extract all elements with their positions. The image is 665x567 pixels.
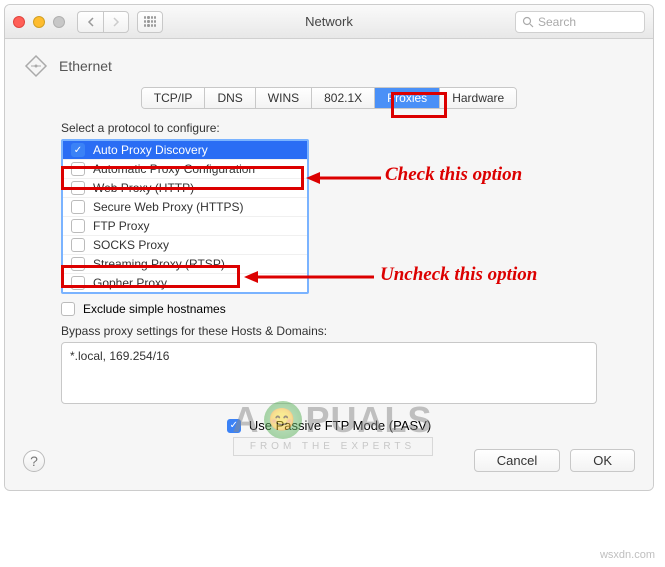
back-button[interactable]	[77, 11, 103, 33]
chevron-left-icon	[87, 17, 95, 27]
checkbox-icon[interactable]	[71, 257, 85, 271]
search-input[interactable]: Search	[515, 11, 645, 33]
tabs-bar: TCP/IP DNS WINS 802.1X Proxies Hardware	[23, 87, 635, 109]
source-label: wsxdn.com	[600, 549, 655, 561]
list-item-label: Auto Proxy Discovery	[93, 143, 208, 157]
tab-wins[interactable]: WINS	[256, 88, 312, 108]
pasv-label: Use Passive FTP Mode (PASV)	[249, 418, 431, 433]
list-item-label: Automatic Proxy Configuration	[93, 162, 255, 176]
list-item-label: SOCKS Proxy	[93, 238, 169, 252]
list-item-label: Gopher Proxy	[93, 276, 167, 290]
protocol-web-http[interactable]: Web Proxy (HTTP)	[63, 178, 307, 197]
content: Ethernet TCP/IP DNS WINS 802.1X Proxies …	[5, 39, 653, 490]
protocol-streaming-rtsp[interactable]: Streaming Proxy (RTSP)	[63, 254, 307, 273]
help-button[interactable]: ?	[23, 450, 45, 472]
exclude-simple-hostnames[interactable]: Exclude simple hostnames	[61, 302, 635, 316]
checkbox-icon[interactable]	[71, 181, 85, 195]
checkbox-icon[interactable]	[71, 219, 85, 233]
tab-8021x[interactable]: 802.1X	[312, 88, 375, 108]
protocol-ftp[interactable]: FTP Proxy	[63, 216, 307, 235]
nav-buttons	[77, 11, 163, 33]
checkbox-icon[interactable]	[71, 162, 85, 176]
protocol-list-label: Select a protocol to configure:	[61, 121, 631, 135]
checkbox-icon[interactable]	[61, 302, 75, 316]
footer: ? Cancel OK	[23, 439, 635, 472]
window: Network Search Ethernet TCP/IP DNS WINS …	[4, 4, 654, 491]
list-item-label: Streaming Proxy (RTSP)	[93, 257, 225, 271]
checkbox-icon[interactable]: ✓	[227, 419, 241, 433]
breadcrumb: Ethernet	[23, 53, 635, 79]
protocol-gopher[interactable]: Gopher Proxy	[63, 273, 307, 292]
chevron-right-icon	[112, 17, 120, 27]
checkbox-icon[interactable]	[71, 276, 85, 290]
titlebar: Network Search	[5, 5, 653, 39]
search-placeholder: Search	[538, 15, 576, 29]
protocol-auto-discovery[interactable]: ✓ Auto Proxy Discovery	[63, 141, 307, 159]
passive-ftp-mode[interactable]: ✓ Use Passive FTP Mode (PASV)	[23, 418, 635, 433]
bypass-value: *.local, 169.254/16	[70, 349, 169, 363]
bypass-textarea[interactable]: *.local, 169.254/16	[61, 342, 597, 404]
grid-icon	[144, 16, 156, 28]
tab-dns[interactable]: DNS	[205, 88, 255, 108]
protocol-list: ✓ Auto Proxy Discovery Automatic Proxy C…	[61, 139, 309, 294]
protocol-web-https[interactable]: Secure Web Proxy (HTTPS)	[63, 197, 307, 216]
cancel-button[interactable]: Cancel	[474, 449, 560, 472]
protocol-auto-config[interactable]: Automatic Proxy Configuration	[63, 159, 307, 178]
window-close-button[interactable]	[13, 16, 25, 28]
search-icon	[522, 16, 534, 28]
traffic-lights	[13, 16, 65, 28]
list-item-label: Secure Web Proxy (HTTPS)	[93, 200, 243, 214]
breadcrumb-label: Ethernet	[59, 58, 112, 74]
ethernet-icon	[23, 53, 49, 79]
list-item-label: Web Proxy (HTTP)	[93, 181, 194, 195]
bypass-label: Bypass proxy settings for these Hosts & …	[61, 324, 635, 338]
window-minimize-button[interactable]	[33, 16, 45, 28]
window-maximize-button[interactable]	[53, 16, 65, 28]
tab-hardware[interactable]: Hardware	[440, 88, 516, 108]
tab-tcpip[interactable]: TCP/IP	[142, 88, 206, 108]
tab-proxies[interactable]: Proxies	[375, 88, 440, 108]
checkbox-icon[interactable]	[71, 200, 85, 214]
checkbox-icon[interactable]: ✓	[71, 143, 85, 157]
checkbox-icon[interactable]	[71, 238, 85, 252]
protocol-socks[interactable]: SOCKS Proxy	[63, 235, 307, 254]
all-preferences-button[interactable]	[137, 11, 163, 33]
exclude-label: Exclude simple hostnames	[83, 302, 226, 316]
forward-button[interactable]	[103, 11, 129, 33]
ok-button[interactable]: OK	[570, 449, 635, 472]
list-item-label: FTP Proxy	[93, 219, 149, 233]
